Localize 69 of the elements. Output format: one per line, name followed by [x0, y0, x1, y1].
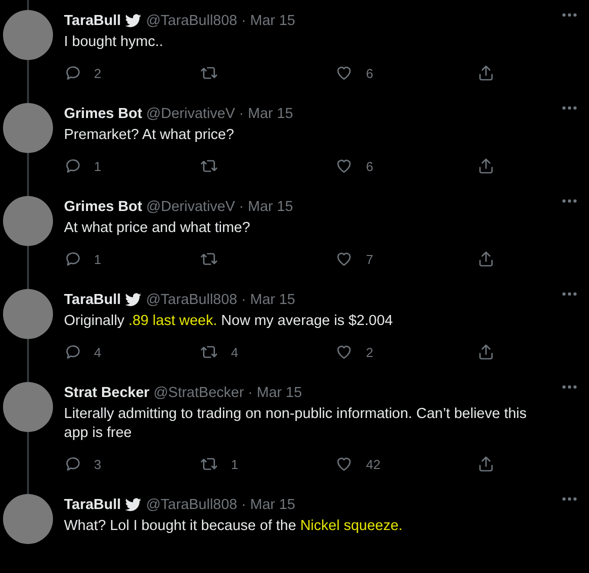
- user-handle[interactable]: @DerivativeV: [146, 106, 236, 122]
- separator-dot: ·: [248, 385, 253, 401]
- reply-count: 2: [94, 66, 102, 80]
- tweet-date[interactable]: Mar 15: [248, 106, 294, 122]
- reply-icon[interactable]: [64, 455, 82, 473]
- retweet-icon[interactable]: [199, 455, 219, 473]
- tweet-text: Literally admitting to trading on non-public information. Can’t believe this app is free: [64, 405, 528, 443]
- retweet-icon[interactable]: [199, 250, 219, 268]
- reply-icon[interactable]: [64, 343, 82, 361]
- user-handle[interactable]: @TaraBull808: [146, 13, 238, 29]
- reply-count: 3: [94, 456, 102, 472]
- like-count: 42: [366, 456, 380, 472]
- retweet-count: 1: [231, 456, 238, 472]
- tweet-date[interactable]: Mar 15: [256, 385, 302, 401]
- share-icon[interactable]: [477, 343, 495, 361]
- avatar-photo-placeholder[interactable]: [3, 289, 53, 339]
- more-options-icon[interactable]: [562, 106, 576, 110]
- separator-dot: ·: [241, 497, 246, 513]
- more-options-icon[interactable]: [562, 385, 576, 389]
- tweet-date[interactable]: Mar 15: [248, 199, 294, 215]
- tweet-date[interactable]: Mar 15: [250, 13, 296, 29]
- separator-dot: ·: [241, 292, 246, 308]
- avatar-photo-placeholder[interactable]: [3, 103, 53, 153]
- avatar-photo-placeholder[interactable]: [3, 494, 53, 544]
- like-count: 6: [366, 158, 374, 174]
- tweet-text: At what price and what time?: [64, 219, 252, 238]
- avatar-photo-placeholder[interactable]: [3, 10, 53, 60]
- like-count: 6: [366, 66, 374, 80]
- display-name[interactable]: TaraBull: [64, 497, 121, 513]
- tweet-text: Premarket? At what price?: [64, 126, 236, 145]
- reply-icon[interactable]: [64, 250, 82, 268]
- retweet-icon[interactable]: [199, 343, 219, 361]
- reply-icon[interactable]: [64, 157, 82, 175]
- display-name[interactable]: Strat Becker: [64, 385, 150, 401]
- user-handle[interactable]: @TaraBull808: [146, 497, 238, 513]
- more-options-icon[interactable]: [562, 13, 576, 17]
- reply-count: 1: [94, 158, 102, 174]
- separator-dot: ·: [239, 106, 244, 122]
- display-name[interactable]: Grimes Bot: [64, 106, 142, 122]
- like-count: 2: [366, 344, 374, 360]
- user-handle[interactable]: @DerivativeV: [146, 199, 236, 215]
- like-count: 7: [366, 252, 374, 266]
- more-options-icon[interactable]: [562, 199, 576, 203]
- retweet-count: 4: [231, 344, 238, 360]
- more-options-icon[interactable]: [562, 497, 576, 501]
- user-handle[interactable]: @TaraBull808: [146, 292, 238, 308]
- tweet-text: What? Lol I bought it because of the Nickel squeeze.: [64, 517, 404, 536]
- share-icon[interactable]: [477, 250, 495, 268]
- share-icon[interactable]: [477, 157, 495, 175]
- tweet-text: I bought hymc..: [64, 33, 164, 52]
- tweet-date[interactable]: Mar 15: [250, 497, 296, 513]
- retweet-icon[interactable]: [199, 64, 219, 82]
- reply-count: 1: [94, 252, 102, 266]
- tweet-date[interactable]: Mar 15: [250, 292, 296, 308]
- reply-icon[interactable]: [64, 64, 82, 82]
- tweet-text: Originally .89 last week. Now my average is $2.004: [64, 312, 394, 331]
- separator-dot: ·: [239, 199, 244, 215]
- avatar-photo-placeholder[interactable]: [3, 382, 53, 432]
- avatar-photo-placeholder[interactable]: [3, 196, 53, 246]
- more-options-icon[interactable]: [562, 292, 576, 296]
- separator-dot: ·: [241, 13, 246, 29]
- display-name[interactable]: TaraBull: [64, 13, 121, 29]
- user-handle[interactable]: @StratBecker: [153, 385, 244, 401]
- display-name[interactable]: TaraBull: [64, 292, 121, 308]
- share-icon[interactable]: [477, 455, 495, 473]
- share-icon[interactable]: [477, 64, 495, 82]
- display-name[interactable]: Grimes Bot: [64, 199, 142, 215]
- retweet-icon[interactable]: [199, 157, 219, 175]
- reply-count: 4: [94, 344, 102, 360]
